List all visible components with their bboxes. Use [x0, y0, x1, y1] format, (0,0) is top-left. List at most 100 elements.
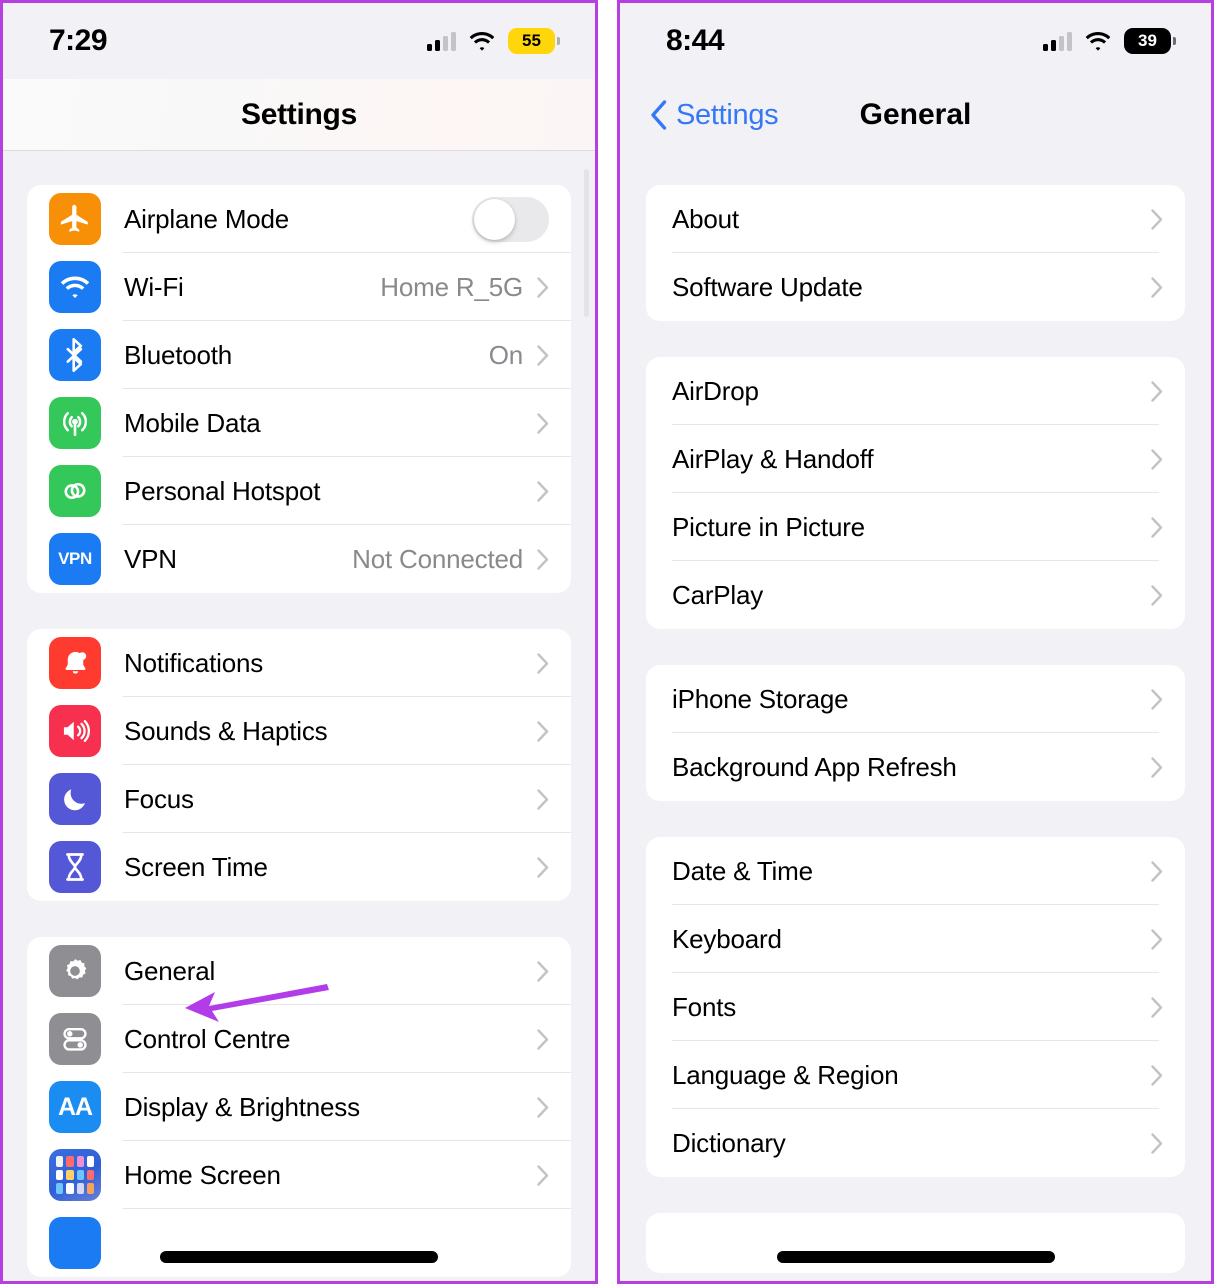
row-label: Fonts: [672, 991, 737, 1022]
settings-row-home-screen[interactable]: Home Screen: [27, 1141, 571, 1209]
settings-row-partial-next[interactable]: [27, 1209, 571, 1277]
row-label: Focus: [124, 783, 194, 814]
chevron-right-icon: [1151, 756, 1163, 778]
row-label: Notifications: [124, 647, 264, 678]
row-label: Bluetooth: [124, 339, 233, 370]
general-row-about[interactable]: About: [646, 185, 1185, 253]
chevron-left-icon: [650, 100, 667, 130]
settings-group-system: General Control Centre AA Display & Brig…: [27, 937, 571, 1277]
chevron-right-icon: [537, 548, 549, 570]
home-indicator: [776, 1251, 1055, 1263]
general-group-about: About Software Update: [646, 185, 1185, 321]
page-title: Settings: [241, 97, 357, 131]
settings-row-mobile-data[interactable]: Mobile Data: [27, 389, 571, 457]
wifi-icon: [1085, 31, 1111, 51]
airplane-icon: [49, 193, 101, 245]
chevron-right-icon: [537, 1164, 549, 1186]
settings-row-wifi[interactable]: Wi-Fi Home R_5G: [27, 253, 571, 321]
chevron-right-icon: [537, 1096, 549, 1118]
home-indicator: [160, 1251, 438, 1263]
chevron-right-icon: [537, 276, 549, 298]
row-value: Not Connected: [352, 543, 523, 574]
general-row-airplay-handoff[interactable]: AirPlay & Handoff: [646, 425, 1185, 493]
general-scroll-area[interactable]: About Software Update AirDrop AirPlay & …: [620, 151, 1211, 1281]
general-group-localization: Date & Time Keyboard Fonts Language & Re…: [646, 837, 1185, 1177]
row-label: Picture in Picture: [672, 511, 865, 542]
settings-row-notifications[interactable]: Notifications: [27, 629, 571, 697]
general-row-software-update[interactable]: Software Update: [646, 253, 1185, 321]
general-group-partial-next: [646, 1213, 1185, 1273]
chevron-right-icon: [537, 652, 549, 674]
settings-group-notifications: Notifications Sounds & Haptics Focus Scr…: [27, 629, 571, 901]
row-label: AirDrop: [672, 375, 759, 406]
general-row-dictionary[interactable]: Dictionary: [646, 1109, 1185, 1177]
gear-icon: [49, 945, 101, 997]
speaker-icon: [49, 705, 101, 757]
row-label: Date & Time: [672, 855, 813, 886]
settings-row-control-centre[interactable]: Control Centre: [27, 1005, 571, 1073]
bluetooth-icon: [49, 329, 101, 381]
row-label: VPN: [124, 543, 177, 574]
settings-row-general[interactable]: General: [27, 937, 571, 1005]
row-label: Language & Region: [672, 1059, 899, 1090]
chevron-right-icon: [1151, 996, 1163, 1018]
chevron-right-icon: [1151, 276, 1163, 298]
chevron-right-icon: [537, 788, 549, 810]
general-row-keyboard[interactable]: Keyboard: [646, 905, 1185, 973]
settings-row-display-brightness[interactable]: AA Display & Brightness: [27, 1073, 571, 1141]
moon-icon: [49, 773, 101, 825]
chevron-right-icon: [537, 960, 549, 982]
cellular-bars-icon: [1043, 31, 1072, 51]
back-button[interactable]: Settings: [650, 98, 779, 132]
settings-row-airplane-mode[interactable]: Airplane Mode: [27, 185, 571, 253]
wifi-icon: [49, 261, 101, 313]
toggle-knob: [474, 198, 515, 240]
cellular-tower-icon: [49, 397, 101, 449]
chevron-right-icon: [537, 480, 549, 502]
general-row-picture-in-picture[interactable]: Picture in Picture: [646, 493, 1185, 561]
general-row-language-region[interactable]: Language & Region: [646, 1041, 1185, 1109]
general-row-carplay[interactable]: CarPlay: [646, 561, 1185, 629]
general-row-date-time[interactable]: Date & Time: [646, 837, 1185, 905]
chevron-right-icon: [537, 1028, 549, 1050]
row-label: CarPlay: [672, 579, 764, 610]
settings-row-screen-time[interactable]: Screen Time: [27, 833, 571, 901]
status-bar-left: 7:29 55: [3, 3, 595, 79]
general-row-iphone-storage[interactable]: iPhone Storage: [646, 665, 1185, 733]
settings-scroll-area[interactable]: Airplane Mode Wi-Fi Home R_5G Bluetooth …: [3, 151, 595, 1281]
scroll-indicator[interactable]: [584, 169, 589, 317]
right-phone-screenshot: 8:44 39 Settings General About Software …: [617, 0, 1214, 1284]
settings-row-personal-hotspot[interactable]: Personal Hotspot: [27, 457, 571, 525]
row-label: Personal Hotspot: [124, 475, 321, 506]
chevron-right-icon: [1151, 688, 1163, 710]
row-label: General: [124, 955, 216, 986]
row-label: Home Screen: [124, 1159, 281, 1190]
row-label: About: [672, 203, 739, 234]
chevron-right-icon: [1151, 516, 1163, 538]
settings-row-vpn[interactable]: VPN VPN Not Connected: [27, 525, 571, 593]
status-bar-right: 8:44 39: [620, 3, 1211, 79]
cellular-bars-icon: [427, 31, 456, 51]
control-centre-icon: [49, 1013, 101, 1065]
status-indicators: 39: [1043, 28, 1176, 54]
row-label: Keyboard: [672, 923, 782, 954]
general-row-fonts[interactable]: Fonts: [646, 973, 1185, 1041]
bell-icon: [49, 637, 101, 689]
row-label: Mobile Data: [124, 407, 261, 438]
settings-row-focus[interactable]: Focus: [27, 765, 571, 833]
airplane-mode-toggle[interactable]: [472, 196, 549, 242]
row-label: Background App Refresh: [672, 751, 957, 782]
settings-row-bluetooth[interactable]: Bluetooth On: [27, 321, 571, 389]
settings-row-sounds-haptics[interactable]: Sounds & Haptics: [27, 697, 571, 765]
chevron-right-icon: [1151, 860, 1163, 882]
back-button-label: Settings: [676, 98, 779, 131]
general-row-background-app-refresh[interactable]: Background App Refresh: [646, 733, 1185, 801]
status-clock: 7:29: [49, 24, 108, 57]
row-label: Wi-Fi: [124, 271, 184, 302]
display-aa-icon: AA: [49, 1081, 101, 1133]
wifi-icon: [469, 31, 495, 51]
general-row-airdrop[interactable]: AirDrop: [646, 357, 1185, 425]
chevron-right-icon: [1151, 928, 1163, 950]
row-label: iPhone Storage: [672, 683, 849, 714]
left-phone-screenshot: 7:29 55 Settings Airplane Mode Wi-Fi Hom…: [0, 0, 598, 1284]
